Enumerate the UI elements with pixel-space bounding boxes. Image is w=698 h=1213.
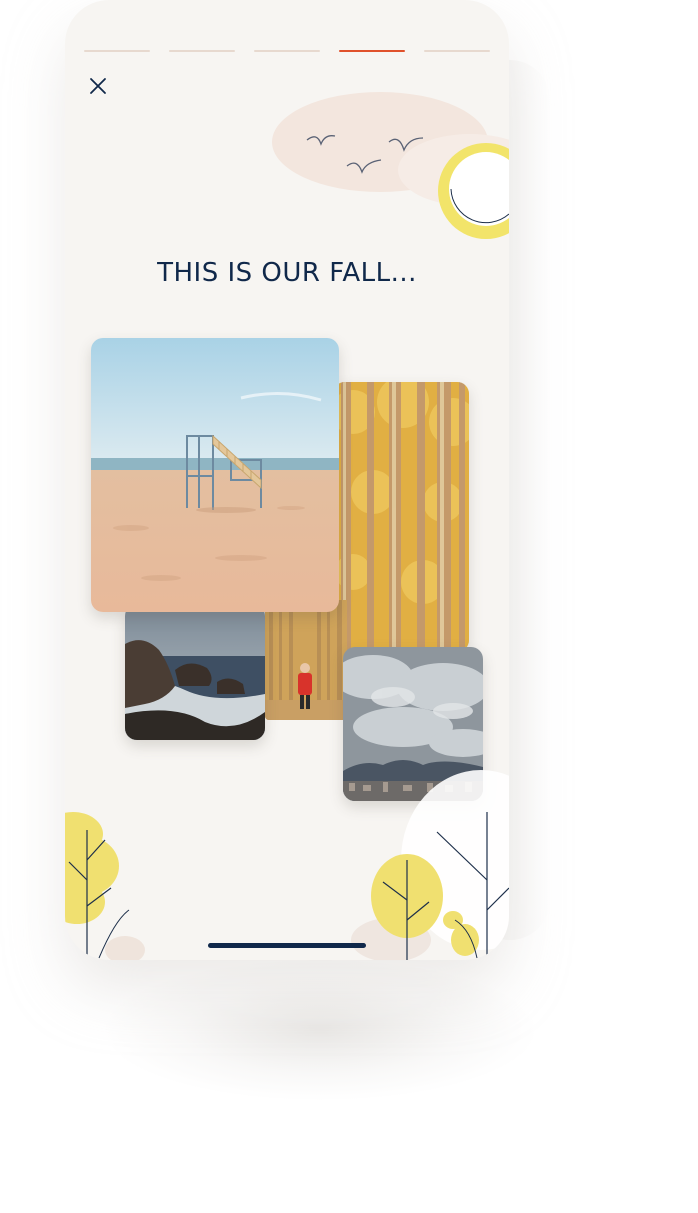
close-button[interactable]: [84, 72, 112, 100]
person-forest-image: [265, 600, 347, 720]
progress-segment-4: [339, 50, 405, 52]
progress-segment-5: [424, 50, 490, 52]
stage: THIS IS OUR FALL...: [0, 0, 698, 1213]
photo-beach-tower[interactable]: [91, 338, 339, 612]
progress-segment-2: [169, 50, 235, 52]
tree-illustration-left: [65, 812, 145, 960]
forest-image: [333, 382, 469, 652]
photo-rocky-seashore[interactable]: [125, 604, 265, 740]
home-indicator[interactable]: [208, 943, 366, 948]
photo-person-forest[interactable]: [265, 600, 347, 720]
birds-illustration: [306, 135, 424, 174]
progress-segment-1: [84, 50, 150, 52]
tree-illustration-right: [351, 770, 509, 960]
beach-image: [91, 338, 339, 612]
progress-segment-3: [254, 50, 320, 52]
sun-illustration: [438, 143, 509, 239]
story-progress: [84, 50, 490, 52]
photo-autumn-forest[interactable]: [333, 382, 469, 652]
seashore-image: [125, 604, 265, 740]
close-icon: [90, 78, 106, 94]
phone-shadow: [105, 960, 535, 1100]
story-title: THIS IS OUR FALL...: [157, 258, 417, 288]
phone-screen: THIS IS OUR FALL...: [65, 0, 509, 960]
